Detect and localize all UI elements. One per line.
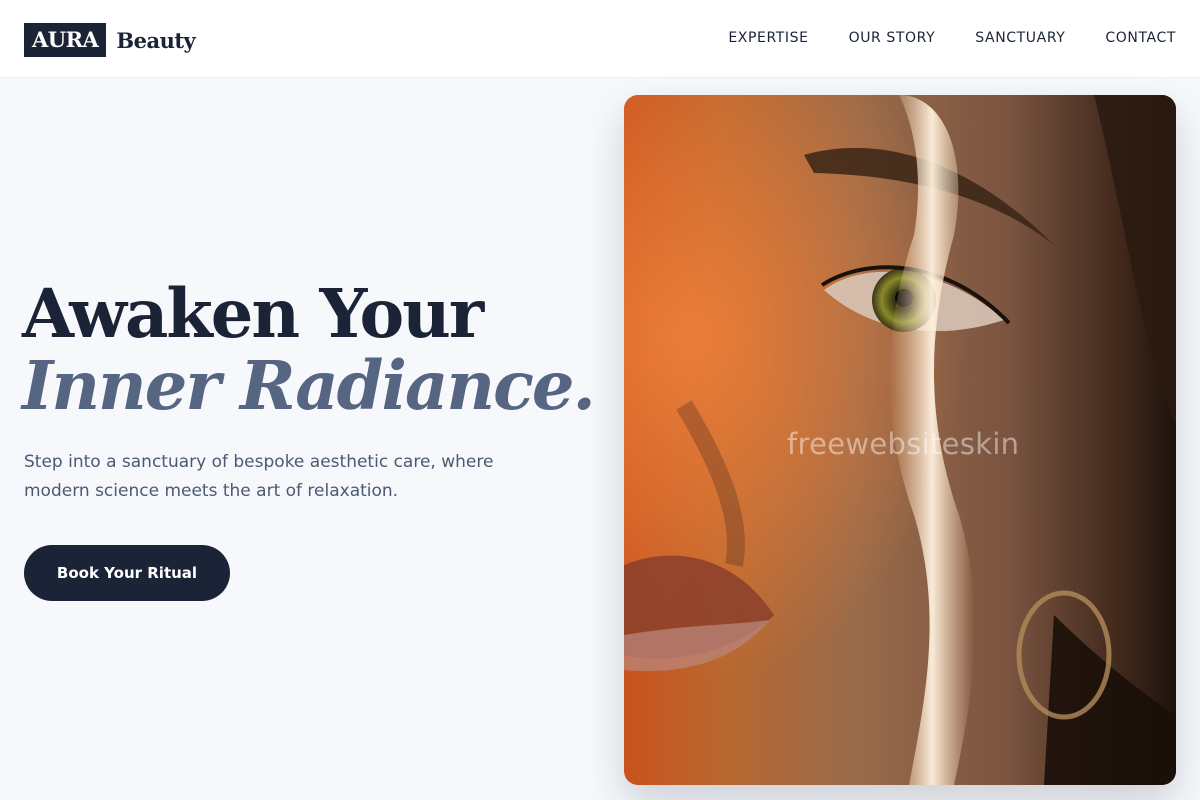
main-nav: EXPERTISE OUR STORY SANCTUARY CONTACT bbox=[688, 30, 1176, 46]
hero-title: Awaken Your Inner Radiance. bbox=[22, 274, 596, 425]
nav-link-our-story[interactable]: OUR STORY bbox=[849, 30, 936, 46]
nav-link-sanctuary[interactable]: SANCTUARY bbox=[975, 30, 1065, 46]
nav-link-contact[interactable]: CONTACT bbox=[1105, 30, 1176, 46]
hero-subtitle: Step into a sanctuary of bespoke aesthet… bbox=[24, 452, 494, 501]
portrait-illustration bbox=[624, 95, 1176, 785]
nav-link-expertise[interactable]: EXPERTISE bbox=[728, 30, 808, 46]
hero-title-line2: Inner Radiance. bbox=[22, 346, 596, 425]
logo-wordmark: Beauty bbox=[116, 27, 196, 53]
hero-title-line1: Awaken Your bbox=[22, 274, 484, 353]
logo-mark: AURA bbox=[24, 23, 107, 57]
brand-logo[interactable]: AURA Beauty bbox=[24, 23, 196, 57]
hero-portrait-image: freewebsiteskin bbox=[624, 95, 1176, 785]
site-header: AURA Beauty EXPERTISE OUR STORY SANCTUAR… bbox=[0, 0, 1200, 78]
book-ritual-button[interactable]: Book Your Ritual bbox=[24, 545, 230, 601]
